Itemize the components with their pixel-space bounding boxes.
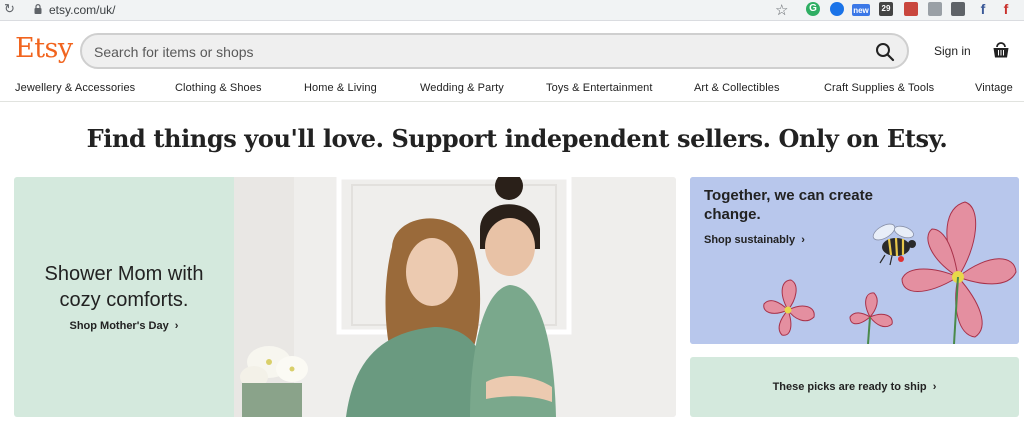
page-headline: Find things you'll love. Support indepen…	[86, 124, 948, 153]
chevron-right-icon: ›	[798, 234, 805, 246]
basket-icon[interactable]	[992, 41, 1010, 59]
search-input[interactable]	[94, 42, 854, 62]
category-wedding-party[interactable]: Wedding & Party	[420, 82, 504, 94]
shop-sustainably-link[interactable]: Shop sustainably ›	[704, 234, 805, 246]
grammarly-extension-icon[interactable]: G	[806, 2, 820, 16]
shop-mothers-day-link[interactable]: Shop Mother's Day ›	[14, 320, 234, 332]
sustainability-promo-card[interactable]: Together, we can create change. Shop sus…	[690, 177, 1019, 344]
search-bar[interactable]	[80, 33, 909, 69]
extension-icon[interactable]	[951, 2, 965, 16]
category-craft-supplies-tools[interactable]: Craft Supplies & Tools	[824, 82, 934, 94]
category-art-collectibles[interactable]: Art & Collectibles	[694, 82, 780, 94]
sign-in-link[interactable]: Sign in	[934, 44, 971, 58]
lock-icon[interactable]	[34, 4, 42, 14]
extension-icon[interactable]	[830, 2, 844, 16]
chevron-right-icon: ›	[171, 320, 179, 332]
facebook-red-extension-icon[interactable]: f	[999, 2, 1013, 16]
category-jewellery-accessories[interactable]: Jewellery & Accessories	[15, 82, 135, 94]
extension-icon[interactable]	[928, 2, 942, 16]
hero-photo-illustration	[234, 177, 676, 417]
chevron-right-icon: ›	[929, 381, 937, 393]
hero-promo-panel[interactable]: Shower Mom with cozy comforts. Shop Moth…	[14, 177, 234, 417]
reload-icon[interactable]: ↻	[4, 2, 18, 16]
category-home-living[interactable]: Home & Living	[304, 82, 377, 94]
bookmark-star-icon[interactable]: ☆	[775, 1, 788, 19]
ship-link-label: These picks are ready to ship	[772, 381, 927, 393]
ready-to-ship-card[interactable]: These picks are ready to ship ›	[690, 357, 1019, 417]
new-badge-extension-icon[interactable]: new	[852, 4, 870, 16]
facebook-extension-icon[interactable]: f	[976, 2, 990, 16]
sustain-link-label: Shop sustainably	[704, 234, 796, 246]
ready-to-ship-link[interactable]: These picks are ready to ship ›	[690, 381, 1019, 393]
category-toys-entertainment[interactable]: Toys & Entertainment	[546, 82, 653, 94]
hero-photo-mother-and-child[interactable]	[234, 177, 676, 417]
category-nav: Jewellery & Accessories Clothing & Shoes…	[0, 78, 1024, 102]
search-icon[interactable]	[875, 42, 895, 62]
browser-toolbar: ↻ etsy.com/uk/ ☆ G new 29 f f	[0, 0, 1024, 21]
category-clothing-shoes[interactable]: Clothing & Shoes	[175, 82, 262, 94]
address-bar-url[interactable]: etsy.com/uk/	[49, 3, 115, 17]
hero-link-label: Shop Mother's Day	[69, 320, 169, 332]
category-vintage[interactable]: Vintage	[975, 82, 1013, 94]
hero-title: Shower Mom with cozy comforts.	[44, 263, 204, 311]
sustainability-title: Together, we can create change.	[704, 187, 873, 223]
pdf-extension-icon[interactable]	[904, 2, 918, 16]
etsy-logo[interactable]: Etsy	[15, 33, 73, 64]
counter-extension-icon[interactable]: 29	[879, 2, 893, 16]
